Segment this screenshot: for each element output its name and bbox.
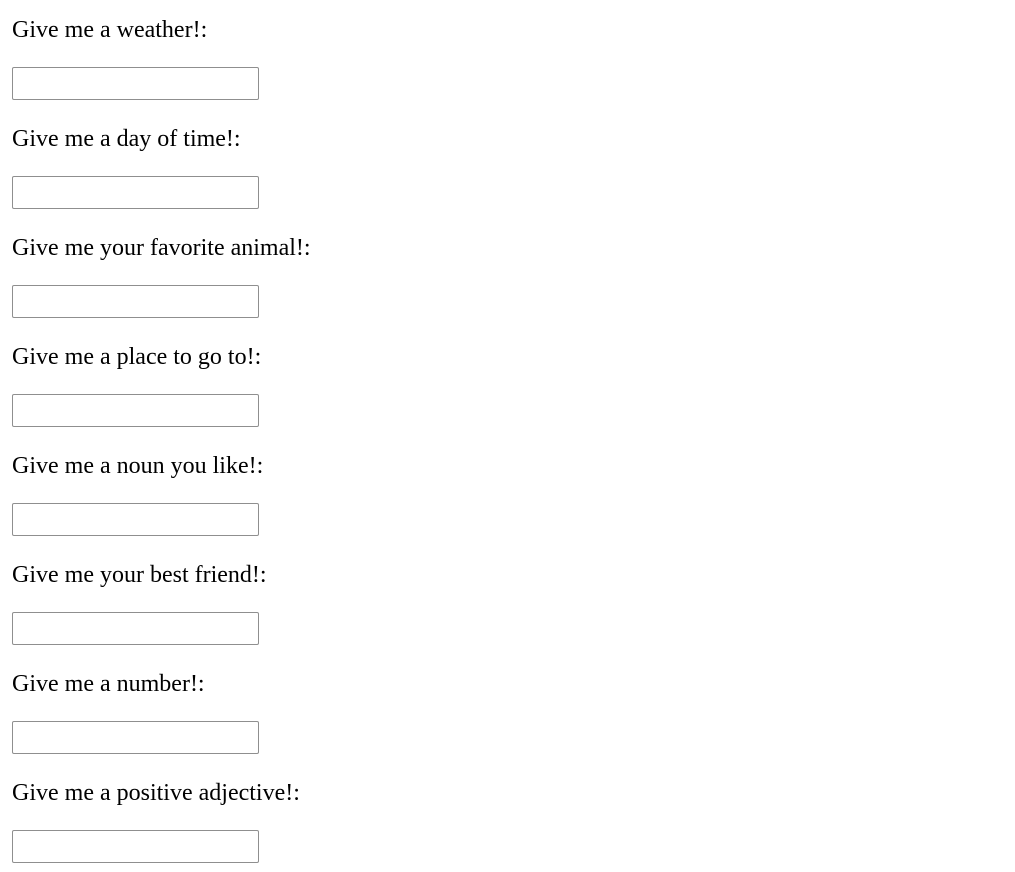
best-friend-input[interactable] [12,612,259,645]
positive-adjective-input[interactable] [12,830,259,863]
noun-label: Give me a noun you like!: [12,453,264,479]
best-friend-label: Give me your best friend!: [12,562,267,588]
number-input[interactable] [12,721,259,754]
favorite-animal-label: Give me your favorite animal!: [12,235,311,261]
favorite-animal-input[interactable] [12,285,259,318]
number-label: Give me a number!: [12,671,205,697]
time-of-day-label: Give me a day of time!: [12,126,241,152]
time-of-day-input[interactable] [12,176,259,209]
noun-input[interactable] [12,503,259,536]
place-input[interactable] [12,394,259,427]
place-label: Give me a place to go to!: [12,344,262,370]
weather-label: Give me a weather!: [12,17,208,43]
positive-adjective-label: Give me a positive adjective!: [12,780,300,806]
weather-input[interactable] [12,67,259,100]
